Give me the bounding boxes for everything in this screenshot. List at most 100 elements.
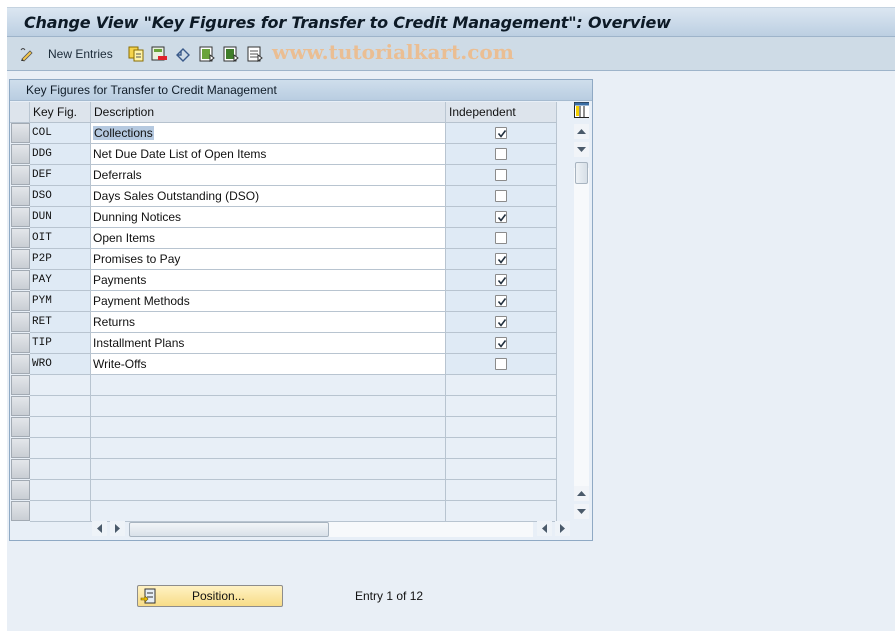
row-selector[interactable] (11, 165, 30, 185)
scroll-left-button[interactable] (92, 521, 107, 536)
scroll-left-end-button[interactable] (537, 521, 552, 536)
row-selector[interactable] (11, 417, 30, 437)
table-row[interactable]: COL Collections (10, 123, 558, 144)
row-selector[interactable] (11, 501, 30, 521)
table-row[interactable]: TIP Installment Plans (10, 333, 558, 354)
description-cell[interactable]: Installment Plans (91, 333, 446, 354)
scroll-right-end-button[interactable] (555, 521, 570, 536)
independent-checkbox[interactable] (495, 211, 507, 223)
empty-table-row[interactable] (10, 438, 558, 459)
row-selector[interactable] (11, 396, 30, 416)
description-cell[interactable]: Returns (91, 312, 446, 333)
description-cell[interactable]: Open Items (91, 228, 446, 249)
description-cell[interactable]: Dunning Notices (91, 207, 446, 228)
independent-checkbox[interactable] (495, 127, 507, 139)
description-cell[interactable]: Days Sales Outstanding (DSO) (91, 186, 446, 207)
column-header-independent[interactable]: Independent (446, 102, 557, 123)
description-cell[interactable] (91, 396, 446, 417)
empty-table-row[interactable] (10, 480, 558, 501)
description-cell[interactable]: Promises to Pay (91, 249, 446, 270)
column-header-description[interactable]: Description (91, 102, 446, 123)
row-selector[interactable] (11, 249, 30, 269)
description-cell[interactable] (91, 438, 446, 459)
table-row[interactable]: P2P Promises to Pay (10, 249, 558, 270)
row-selector[interactable] (11, 123, 30, 143)
table-row[interactable]: DUN Dunning Notices (10, 207, 558, 228)
copy-as-button[interactable] (128, 45, 144, 63)
key-fig-cell[interactable] (30, 438, 91, 459)
row-selector[interactable] (11, 186, 30, 206)
key-fig-cell[interactable] (30, 375, 91, 396)
row-selector[interactable] (11, 480, 30, 500)
independent-checkbox[interactable] (495, 358, 507, 370)
vertical-scroll-track[interactable] (574, 168, 589, 500)
empty-table-row[interactable] (10, 417, 558, 438)
table-row[interactable]: DSO Days Sales Outstanding (DSO) (10, 186, 558, 207)
table-row[interactable]: OIT Open Items (10, 228, 558, 249)
table-row[interactable]: WRO Write-Offs (10, 354, 558, 375)
row-selector[interactable] (11, 207, 30, 227)
key-fig-cell[interactable] (30, 396, 91, 417)
key-fig-cell[interactable] (30, 459, 91, 480)
description-cell[interactable]: Write-Offs (91, 354, 446, 375)
description-cell[interactable] (91, 480, 446, 501)
vertical-scroll-thumb[interactable] (575, 162, 588, 184)
key-fig-cell[interactable] (30, 501, 91, 522)
table-row[interactable]: DDG Net Due Date List of Open Items (10, 144, 558, 165)
independent-checkbox[interactable] (495, 190, 507, 202)
delete-button[interactable] (151, 45, 167, 63)
description-cell[interactable]: Collections (91, 123, 446, 144)
description-cell[interactable] (91, 501, 446, 522)
deselect-all-button[interactable] (247, 45, 263, 63)
page-up-button[interactable] (574, 486, 589, 501)
scroll-right-button[interactable] (110, 521, 125, 536)
empty-table-row[interactable] (10, 501, 558, 522)
page-down-button[interactable] (574, 504, 589, 519)
independent-checkbox[interactable] (495, 148, 507, 160)
independent-checkbox[interactable] (495, 274, 507, 286)
select-all-button[interactable] (199, 45, 215, 63)
row-selector[interactable] (11, 354, 30, 374)
description-cell[interactable] (91, 459, 446, 480)
independent-checkbox[interactable] (495, 253, 507, 265)
description-cell[interactable]: Payment Methods (91, 291, 446, 312)
position-button[interactable]: Position... (137, 585, 283, 607)
table-row[interactable]: PAY Payments (10, 270, 558, 291)
row-selector[interactable] (11, 291, 30, 311)
independent-checkbox[interactable] (495, 169, 507, 181)
column-header-key-fig[interactable]: Key Fig. (30, 102, 91, 123)
table-row[interactable]: PYM Payment Methods (10, 291, 558, 312)
independent-checkbox[interactable] (495, 295, 507, 307)
row-selector[interactable] (11, 144, 30, 164)
select-block-button[interactable] (223, 45, 239, 63)
description-cell[interactable]: Payments (91, 270, 446, 291)
display-change-button[interactable] (19, 45, 35, 63)
table-row[interactable]: DEF Deferrals (10, 165, 558, 186)
row-selector[interactable] (11, 270, 30, 290)
description-cell[interactable]: Deferrals (91, 165, 446, 186)
description-cell[interactable]: Net Due Date List of Open Items (91, 144, 446, 165)
row-selector[interactable] (11, 438, 30, 458)
horizontal-scroll-thumb[interactable] (129, 522, 329, 537)
table-row[interactable]: RET Returns (10, 312, 558, 333)
independent-checkbox[interactable] (495, 232, 507, 244)
vertical-scrollbar[interactable] (573, 101, 589, 519)
row-selector[interactable] (11, 333, 30, 353)
description-cell[interactable] (91, 417, 446, 438)
key-fig-cell[interactable] (30, 417, 91, 438)
independent-checkbox[interactable] (495, 337, 507, 349)
column-settings-button[interactable] (574, 101, 589, 118)
new-entries-button[interactable]: New Entries (48, 45, 113, 63)
empty-table-row[interactable] (10, 459, 558, 480)
select-all-rows-corner[interactable] (10, 102, 30, 123)
horizontal-scrollbar[interactable] (10, 521, 570, 539)
undo-change-button[interactable] (175, 45, 191, 63)
row-selector[interactable] (11, 228, 30, 248)
independent-checkbox[interactable] (495, 316, 507, 328)
description-cell[interactable] (91, 375, 446, 396)
row-selector[interactable] (11, 459, 30, 479)
scroll-down-button[interactable] (574, 142, 589, 157)
key-fig-cell[interactable] (30, 480, 91, 501)
empty-table-row[interactable] (10, 375, 558, 396)
scroll-up-button[interactable] (574, 124, 589, 139)
